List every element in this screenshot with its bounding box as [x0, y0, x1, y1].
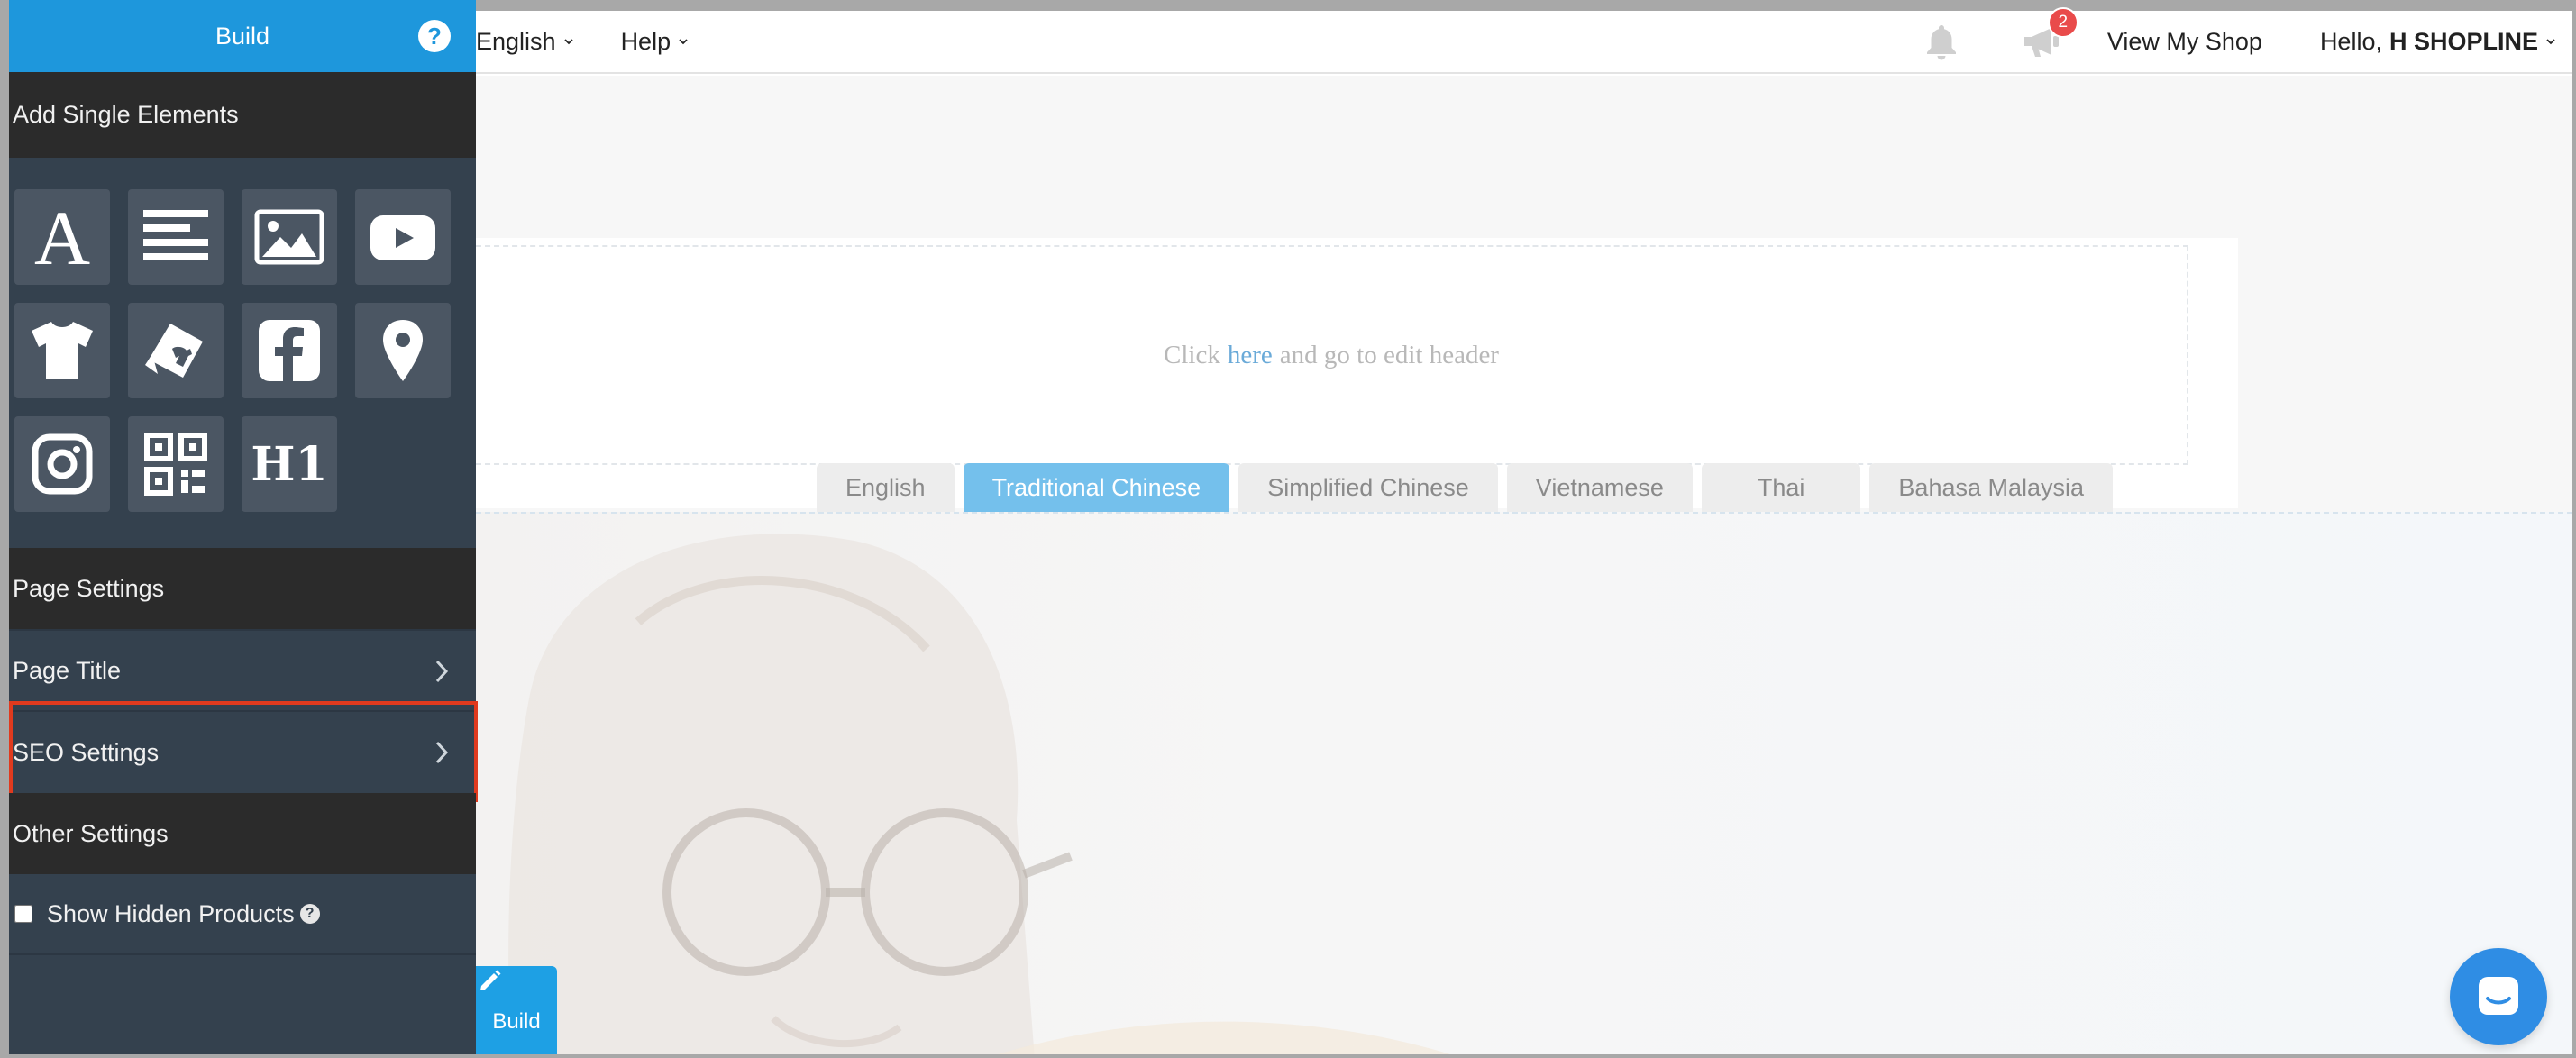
- image-element-tile[interactable]: [242, 189, 337, 285]
- tab-bahasa-malaysia[interactable]: Bahasa Malaysia: [1869, 463, 2114, 512]
- instagram-icon: [32, 433, 93, 495]
- window-right-border: [2572, 0, 2576, 1058]
- page-settings-label: Page Settings: [13, 574, 165, 602]
- help-icon[interactable]: ?: [418, 20, 451, 52]
- sidebar-header: Build ?: [9, 0, 476, 72]
- hello-prefix: Hello,: [2319, 27, 2382, 55]
- paragraph-element-tile[interactable]: [128, 189, 224, 285]
- show-hidden-products-row: Show Hidden Products ?: [9, 874, 476, 955]
- header-text-after: and go to edit header: [1279, 340, 1499, 369]
- builder-sidebar: Build ? Add Single Elements A H1 Page Se…: [0, 0, 478, 1058]
- page-title-row[interactable]: Page Title: [9, 629, 476, 710]
- page-title-label: Page Title: [13, 656, 122, 684]
- add-single-elements-label: Add Single Elements: [13, 101, 239, 128]
- tab-traditional-chinese[interactable]: Traditional Chinese: [963, 463, 1230, 512]
- other-settings-heading: Other Settings: [9, 793, 476, 874]
- product-list-element-tile[interactable]: [128, 303, 224, 398]
- window-bottom-border: [0, 1054, 2576, 1058]
- heading-element-tile[interactable]: H1: [242, 416, 337, 512]
- build-floating-button[interactable]: Build: [476, 966, 557, 1054]
- sidebar-title: Build: [215, 22, 270, 50]
- page-builder-canvas: Click here and go to edit header Build E…: [476, 76, 2572, 1054]
- tab-english[interactable]: English: [817, 463, 955, 512]
- chevron-down-icon: [2546, 39, 2555, 45]
- image-icon: [254, 209, 324, 265]
- help-menu-label: Help: [620, 27, 671, 55]
- notification-count-badge: 2: [2047, 7, 2078, 38]
- show-hidden-products-checkbox[interactable]: [14, 905, 32, 923]
- user-account-menu[interactable]: Hello, H SHOPLINE: [2320, 28, 2556, 56]
- facebook-icon: [259, 320, 320, 381]
- seo-settings-row[interactable]: SEO Settings: [9, 710, 476, 793]
- pencil-icon: [480, 970, 501, 990]
- language-menu[interactable]: English: [476, 28, 574, 56]
- chevron-down-icon: [563, 39, 573, 45]
- text-element-tile[interactable]: A: [14, 189, 110, 285]
- h1-icon: H1: [251, 437, 327, 492]
- svg-text:A: A: [34, 201, 90, 273]
- language-menu-label: English: [476, 27, 556, 55]
- top-bar: English Help 2 View My Shop Hello, H SHO…: [476, 7, 2572, 74]
- svg-text:H1: H1: [251, 437, 327, 492]
- tab-simplified-chinese[interactable]: Simplified Chinese: [1238, 463, 1498, 512]
- youtube-icon: [370, 215, 435, 260]
- elements-grid: A H1: [14, 189, 465, 512]
- hero-banner-image: Build: [476, 512, 2572, 1054]
- seo-settings-label: SEO Settings: [13, 738, 160, 766]
- page-settings-heading: Page Settings: [9, 548, 476, 629]
- view-my-shop-link[interactable]: View My Shop: [2107, 28, 2262, 56]
- window-left-border: [0, 0, 9, 1058]
- paragraph-icon: [143, 210, 208, 260]
- qr-code-element-tile[interactable]: [128, 416, 224, 512]
- instagram-element-tile[interactable]: [14, 416, 110, 512]
- info-tooltip-icon[interactable]: ?: [299, 904, 320, 924]
- text-icon: A: [34, 201, 90, 273]
- video-element-tile[interactable]: [355, 189, 451, 285]
- product-tag-icon: [145, 324, 203, 378]
- bell-icon[interactable]: [1920, 20, 1963, 63]
- chat-widget-button[interactable]: [2450, 948, 2547, 1045]
- header-text-before: Click: [1164, 340, 1220, 369]
- header-placeholder[interactable]: Click here and go to edit header: [476, 245, 2188, 465]
- add-single-elements-heading: Add Single Elements: [9, 72, 476, 158]
- help-menu[interactable]: Help: [621, 28, 690, 56]
- map-element-tile[interactable]: [355, 303, 451, 398]
- map-pin-icon: [383, 320, 423, 381]
- top-bar-right: 2 View My Shop Hello, H SHOPLINE: [1920, 7, 2572, 72]
- show-hidden-products-label: Show Hidden Products: [47, 899, 295, 927]
- edit-header-link[interactable]: here: [1228, 341, 1273, 370]
- tshirt-icon: [32, 322, 93, 379]
- other-settings-label: Other Settings: [13, 819, 169, 847]
- top-menu: English Help: [476, 28, 735, 56]
- faded-portrait-image: [508, 534, 1450, 1054]
- product-element-tile[interactable]: [14, 303, 110, 398]
- facebook-element-tile[interactable]: [242, 303, 337, 398]
- announcements-button[interactable]: 2: [2021, 7, 2078, 63]
- chevron-right-icon: [435, 660, 449, 683]
- tab-vietnamese[interactable]: Vietnamese: [1506, 463, 1693, 512]
- chevron-right-icon: [435, 741, 449, 764]
- language-tabs: English Traditional Chinese Simplified C…: [817, 463, 2114, 512]
- chevron-down-icon: [679, 39, 688, 45]
- tab-thai[interactable]: Thai: [1701, 463, 1861, 512]
- chat-icon: [2479, 977, 2518, 1015]
- build-floating-label: Build: [492, 1009, 541, 1034]
- user-name: H SHOPLINE: [2389, 27, 2538, 55]
- qr-code-icon: [144, 433, 207, 496]
